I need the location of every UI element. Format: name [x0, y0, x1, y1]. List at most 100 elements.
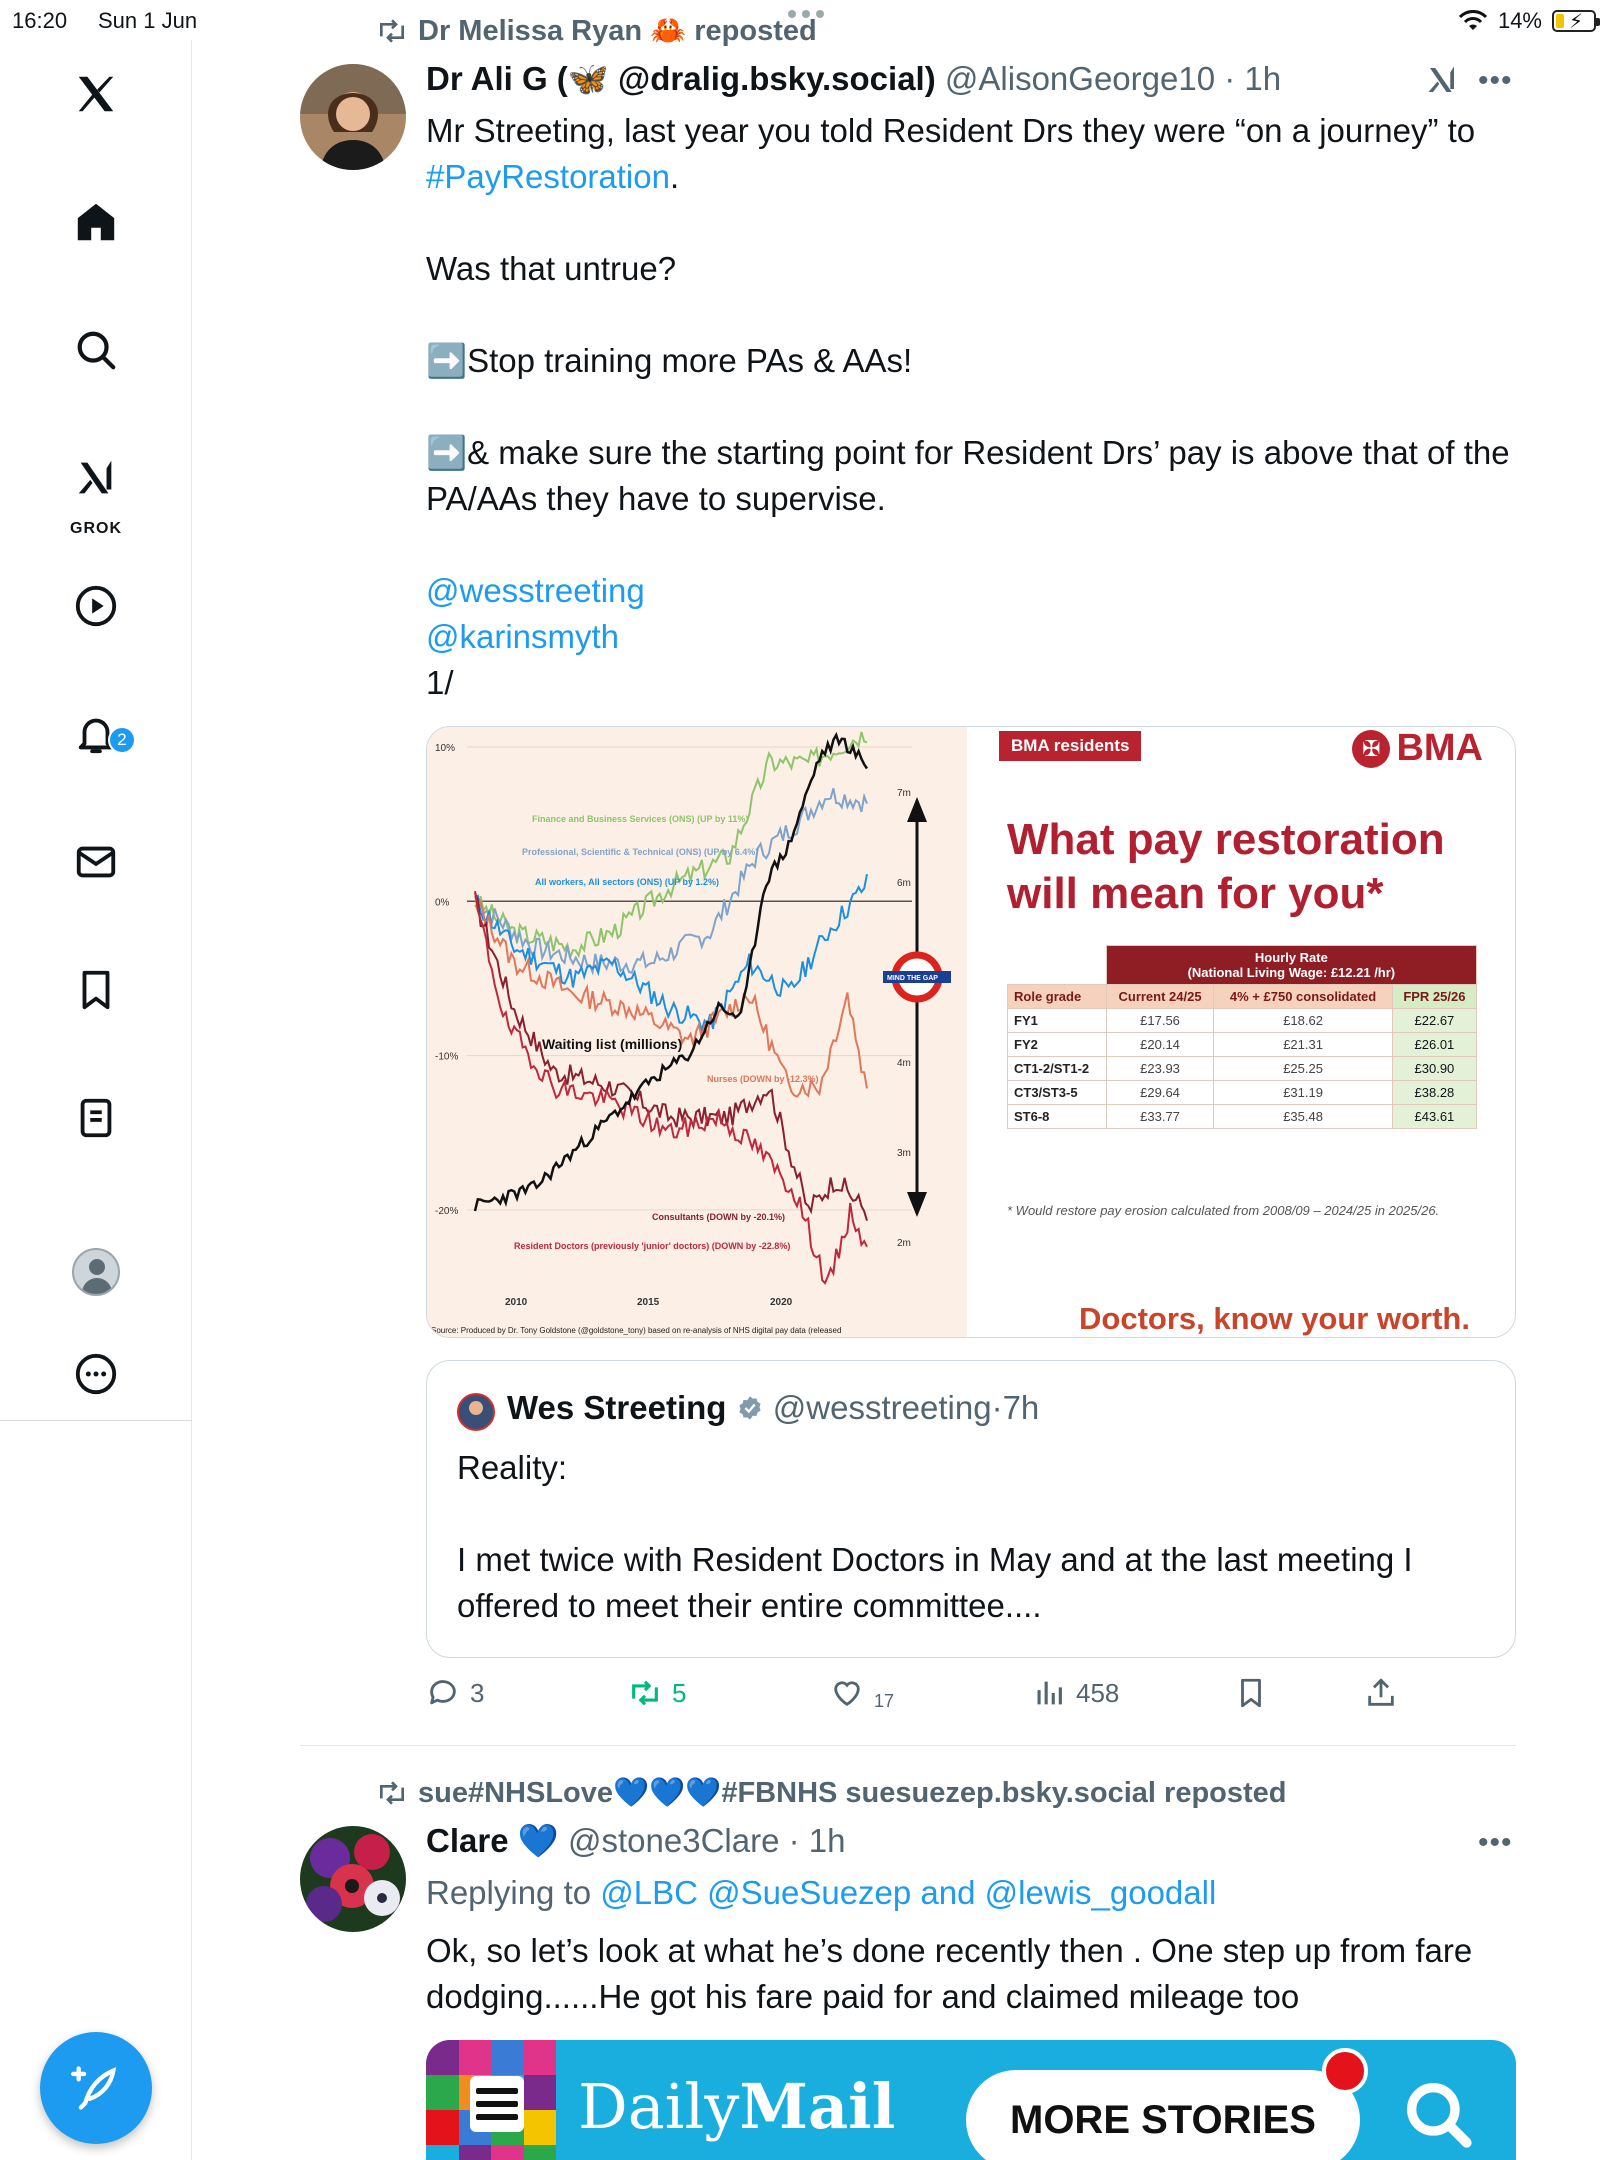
col-fpr: FPR 25/26 — [1391, 984, 1478, 1009]
post-more-options-icon[interactable]: ••• — [1478, 64, 1513, 98]
bookmark-icon — [1241, 1678, 1261, 1708]
repost-button[interactable]: 5 — [628, 1676, 686, 1710]
author-avatar[interactable] — [300, 64, 406, 170]
status-indicators: 14% ⚡ — [1458, 8, 1600, 34]
gap-arrow-head-up — [907, 797, 927, 822]
chart-x-tick-label: 2015 — [637, 1297, 660, 1308]
profile-avatar-icon[interactable] — [72, 1248, 120, 1296]
bma-table-row: CT1-2/ST1-2 £23.93 £25.25 £30.90 — [1007, 1056, 1478, 1081]
repost-by-label: sue#NHSLove💙💙💙#FBNHS suesuezep.bsky.soci… — [418, 1777, 1287, 1809]
home-icon[interactable] — [58, 184, 134, 260]
quoted-author-line: Wes Streeting @wesstreeting·7h — [507, 1389, 1039, 1427]
bma-table-row: FY1 £17.56 £18.62 £22.67 — [1007, 1008, 1478, 1033]
post-paragraph-2: Was that untrue? — [426, 250, 677, 287]
like-count: 17 — [874, 1690, 895, 1711]
bma-pay-table-image[interactable]: BMA residents ✠ BMA What pay restoration … — [967, 727, 1515, 1337]
repost-indicator[interactable]: Dr Melissa Ryan 🦀 reposted — [376, 14, 817, 48]
bma-cell-role: CT3/ST3-5 — [1007, 1080, 1107, 1105]
table-hourly-rate-header: Hourly Rate (National Living Wage: £12.2… — [1105, 945, 1478, 985]
bma-cell-role: CT1-2/ST1-2 — [1007, 1056, 1107, 1081]
post-time[interactable]: 1h — [1244, 60, 1281, 97]
chart-source-note: Source: Produced by Dr. Tony Goldstone (… — [431, 1326, 841, 1335]
hourly-rate-label: Hourly Rate — [1254, 950, 1328, 965]
more-options-icon[interactable] — [58, 1336, 134, 1412]
hashtag-link[interactable]: #PayRestoration — [426, 158, 670, 195]
bma-logo: ✠ BMA — [1352, 727, 1483, 770]
quoted-author-avatar — [457, 1393, 495, 1431]
mention-link[interactable]: @karinsmyth — [426, 614, 1526, 660]
chart-series-label: Nurses (DOWN by -12.3%) — [707, 1074, 819, 1084]
notification-count-badge: 2 — [108, 726, 136, 754]
post-author-line: Clare 💙 @stone3Clare · 1h — [426, 1822, 846, 1861]
video-play-icon[interactable] — [58, 568, 134, 644]
bma-table-row: FY2 £20.14 £21.31 £26.01 — [1007, 1032, 1478, 1057]
bookmark-icon[interactable] — [58, 952, 134, 1028]
search-icon[interactable] — [58, 312, 134, 388]
bma-logo-text: BMA — [1396, 727, 1483, 769]
daily-mail-link-card[interactable]: DailyMail MORE STORIES — [426, 2040, 1516, 2160]
post-more-options-icon[interactable]: ••• — [1478, 1826, 1513, 1860]
bma-cell-current: £20.14 — [1105, 1032, 1215, 1057]
chart-y2-tick-label: 3m — [897, 1148, 911, 1159]
reply-icon — [430, 1680, 456, 1705]
sidebar-divider — [0, 1420, 192, 1421]
post-text: Mr Streeting, last year you told Residen… — [426, 108, 1526, 200]
post-paragraph-4: ➡️& make sure the starting point for Res… — [426, 434, 1519, 517]
repost-indicator[interactable]: sue#NHSLove💙💙💙#FBNHS suesuezep.bsky.soci… — [376, 1776, 1287, 1810]
replying-to-prefix: Replying to — [426, 1874, 601, 1911]
post-actions-bar: 3 5 17 458 — [426, 1670, 1526, 1730]
author-handle[interactable]: @stone3Clare — [568, 1822, 779, 1859]
col-role-grade: Role grade — [1007, 984, 1107, 1009]
wifi-icon — [1458, 10, 1488, 30]
post-media[interactable]: 10% 0% -10% -20% 7m 6m 4m 3m 2m 2010 2015 2020 MIND … — [426, 726, 1516, 1338]
ad-notification-dot — [1322, 2048, 1368, 2094]
gap-arrow-head-down — [907, 1192, 927, 1217]
author-handle[interactable]: @AlisonGeorge10 — [945, 60, 1215, 97]
repost-count: 5 — [672, 1677, 687, 1708]
bma-cell-fpr: £30.90 — [1391, 1056, 1478, 1081]
quoted-post-time: 7h — [1002, 1389, 1040, 1426]
bookmark-button[interactable] — [1234, 1676, 1268, 1710]
time-separator: · — [991, 1389, 1003, 1426]
bma-cell-fpr: £22.67 — [1391, 1008, 1478, 1033]
sidebar: GROK 2 — [0, 40, 192, 2160]
pay-erosion-chart[interactable]: 10% 0% -10% -20% 7m 6m 4m 3m 2m 2010 2015 2020 MIND … — [427, 727, 967, 1337]
chart-series-line — [473, 731, 869, 1212]
chart-x-tick-label: 2010 — [505, 1297, 528, 1308]
messages-envelope-icon[interactable] — [58, 824, 134, 900]
share-button[interactable] — [1364, 1676, 1398, 1710]
mind-the-gap-label: MIND THE GAP — [887, 975, 938, 982]
reply-button[interactable]: 3 — [426, 1676, 484, 1710]
chart-y2-tick-label: 7m — [897, 788, 911, 799]
grok-explain-icon[interactable] — [1424, 62, 1460, 103]
share-upload-icon — [1368, 1678, 1394, 1706]
replying-to-mentions[interactable]: @LBC @SueSuezep and @lewis_goodall — [600, 1874, 1216, 1911]
table-blank-cell — [1008, 946, 1107, 985]
chart-series-line — [474, 731, 868, 961]
like-button[interactable]: 17 — [830, 1676, 895, 1711]
x-logo-icon[interactable] — [58, 56, 134, 132]
grok-icon[interactable] — [58, 440, 134, 516]
compose-feather-icon — [71, 2066, 117, 2110]
chart-y2-tick-label: 4m — [897, 1058, 911, 1069]
mention-link[interactable]: @wesstreeting — [426, 568, 1526, 614]
chart-series-label: All workers, All sectors (ONS) (UP by 1.… — [535, 877, 719, 887]
quoted-post[interactable]: Wes Streeting @wesstreeting·7h Reality: … — [426, 1360, 1516, 1658]
author-name[interactable]: Clare 💙 — [426, 1822, 559, 1859]
more-stories-button[interactable]: MORE STORIES — [966, 2070, 1360, 2160]
post-time[interactable]: 1h — [809, 1822, 846, 1859]
replying-to-line: Replying to @LBC @SueSuezep and @lewis_g… — [426, 1870, 1526, 1916]
chart-x-tick-label: 2020 — [770, 1297, 793, 1308]
bma-cell-offer: £31.19 — [1213, 1080, 1393, 1105]
bma-cell-role: FY1 — [1007, 1008, 1107, 1033]
bma-cell-current: £29.64 — [1105, 1080, 1215, 1105]
author-avatar[interactable] — [300, 1826, 406, 1932]
author-name[interactable]: Dr Ali G (🦋 @dralig.bsky.social) — [426, 60, 936, 97]
chart-y-tick-label: -10% — [435, 1052, 458, 1063]
col-current: Current 24/25 — [1105, 984, 1215, 1009]
compose-post-button[interactable] — [40, 2032, 152, 2144]
ad-search-icon — [1400, 2076, 1480, 2160]
lists-icon[interactable] — [58, 1080, 134, 1156]
views-button[interactable]: 458 — [1032, 1676, 1119, 1710]
battery-icon: ⚡ — [1552, 10, 1600, 33]
